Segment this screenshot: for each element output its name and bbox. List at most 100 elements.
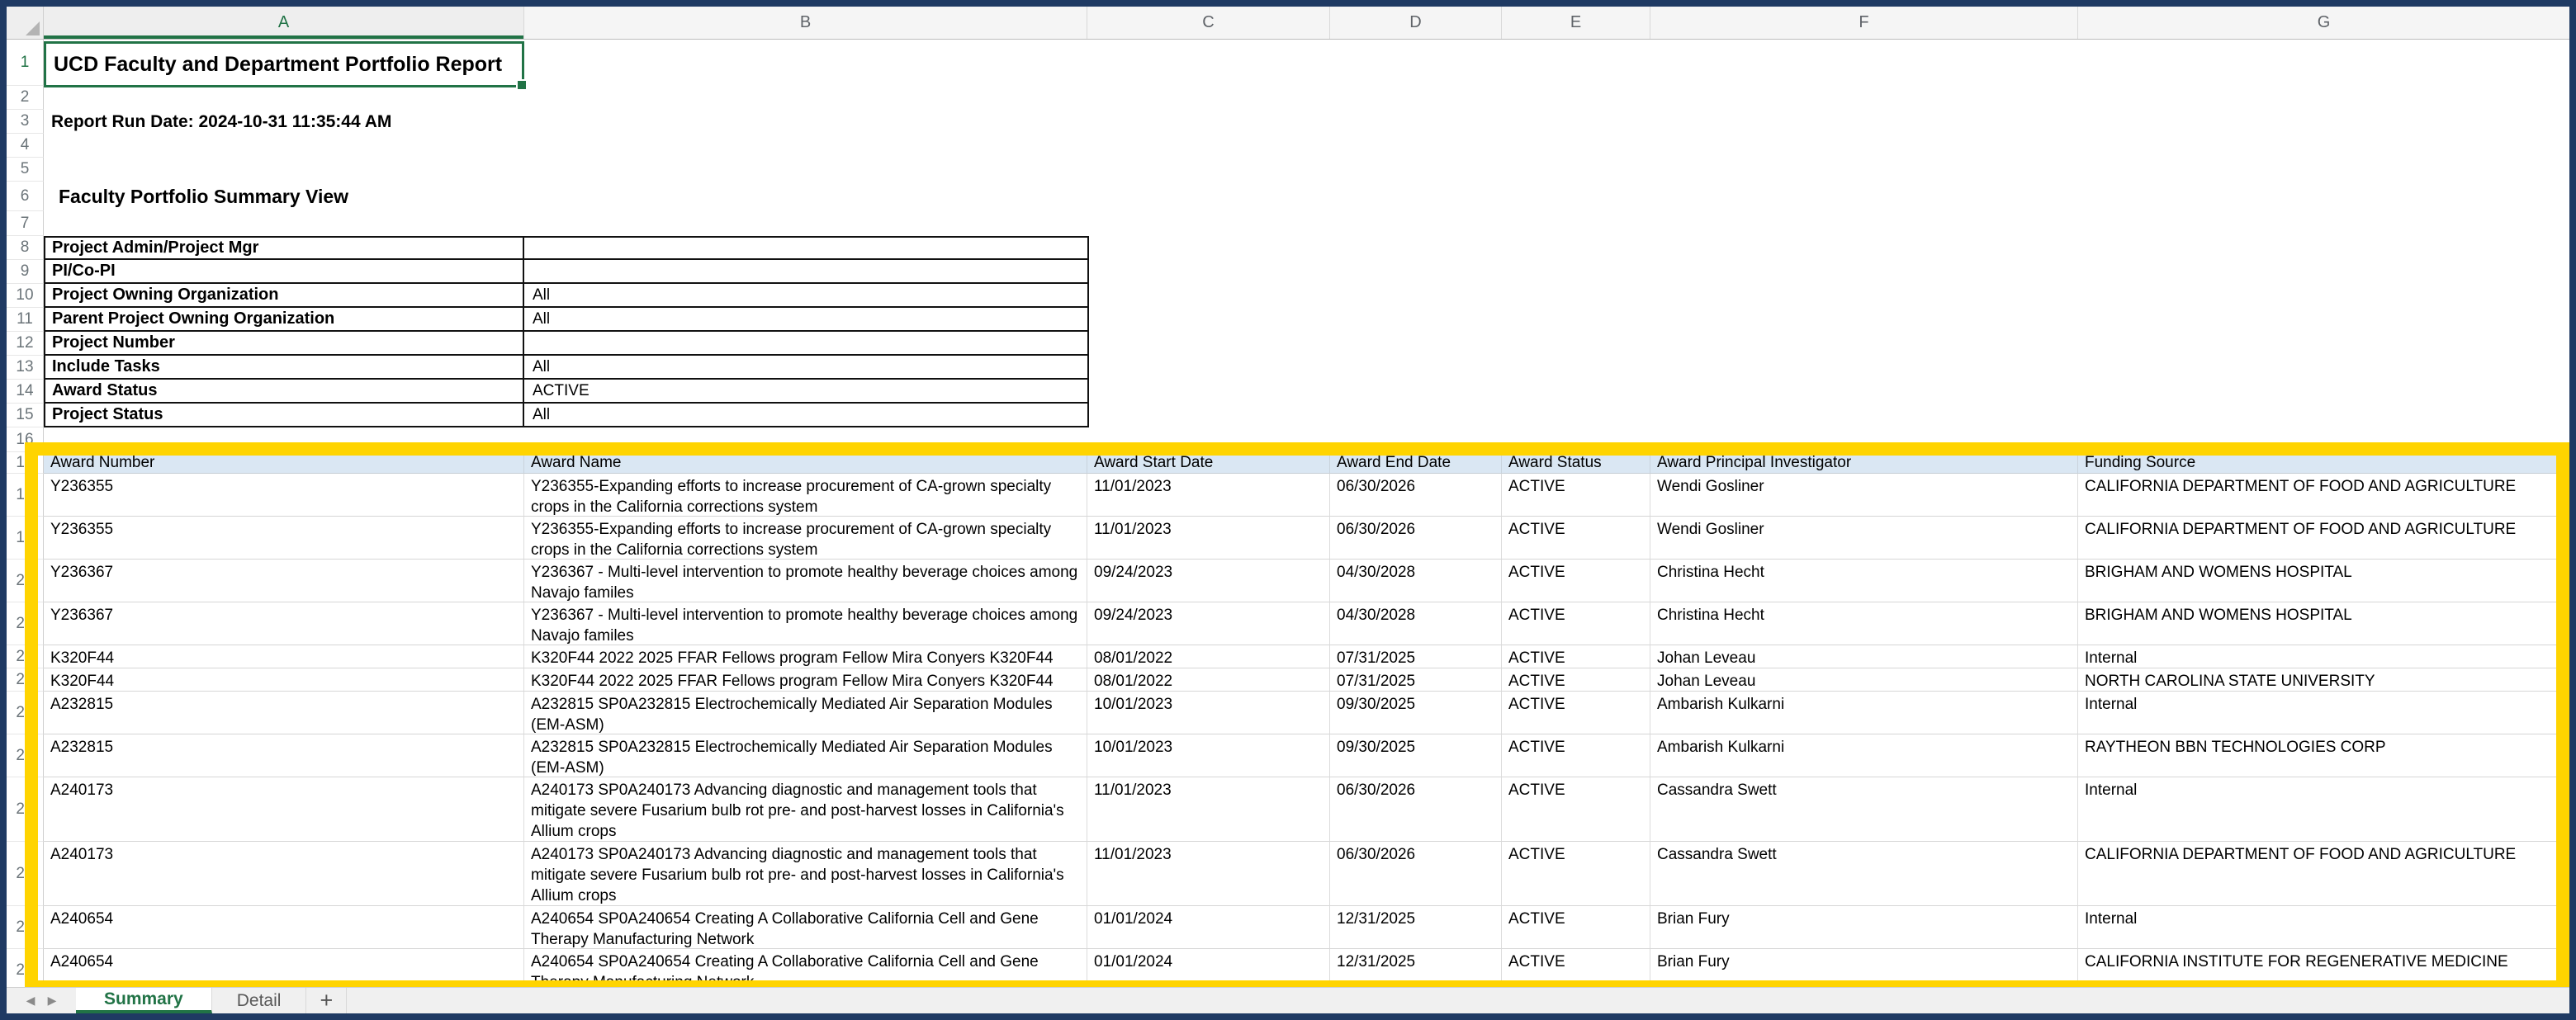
cell-award-name[interactable]: A240173 SP0A240173 Advancing diagnostic … [524, 777, 1087, 842]
filter-value[interactable]: ACTIVE [524, 380, 1089, 404]
cell-award-name[interactable]: K320F44 2022 2025 FFAR Fellows program F… [524, 668, 1087, 692]
cell-award-name[interactable]: A232815 SP0A232815 Electrochemically Med… [524, 734, 1087, 777]
row-number[interactable]: 15 [7, 404, 44, 427]
filter-label[interactable]: Project Number [44, 332, 524, 356]
awards-header-award-name[interactable]: Award Name [524, 452, 1087, 474]
cell-award-end-date[interactable]: 04/30/2028 [1330, 602, 1502, 645]
cell-award-end-date[interactable]: 06/30/2026 [1330, 777, 1502, 842]
cell-award-pi[interactable]: Wendi Gosliner [1650, 474, 2078, 517]
cell-award-start-date[interactable]: 01/01/2024 [1087, 906, 1330, 949]
cell-award-pi[interactable]: Johan Leveau [1650, 645, 2078, 668]
cell-award-start-date[interactable]: 09/24/2023 [1087, 560, 1330, 602]
cell-award-number[interactable]: K320F44 [44, 668, 524, 692]
add-sheet-button[interactable]: + [306, 988, 347, 1013]
row-number[interactable]: 24 [7, 692, 44, 734]
row-number[interactable]: 19 [7, 517, 44, 560]
cell-award-status[interactable]: ACTIVE [1502, 602, 1650, 645]
column-header-c[interactable]: C [1087, 7, 1330, 39]
awards-header-funding-source[interactable]: Funding Source [2078, 452, 2569, 474]
cell-award-number[interactable]: K320F44 [44, 645, 524, 668]
cell-award-pi[interactable]: Christina Hecht [1650, 560, 2078, 602]
filter-value[interactable] [524, 260, 1089, 284]
row-number[interactable]: 3 [7, 110, 44, 134]
row-number[interactable]: 11 [7, 308, 44, 332]
awards-header-pi[interactable]: Award Principal Investigator [1650, 452, 2078, 474]
cell-award-name[interactable]: Y236367 - Multi-level intervention to pr… [524, 602, 1087, 645]
row-number[interactable]: 29 [7, 949, 44, 987]
cell-award-number[interactable]: A240654 [44, 949, 524, 987]
row-number[interactable]: 1 [7, 40, 44, 86]
awards-header-start-date[interactable]: Award Start Date [1087, 452, 1330, 474]
filter-label[interactable]: Include Tasks [44, 356, 524, 380]
cell-award-pi[interactable]: Cassandra Swett [1650, 777, 2078, 842]
cell-award-status[interactable]: ACTIVE [1502, 645, 1650, 668]
cell-award-end-date[interactable]: 09/30/2025 [1330, 734, 1502, 777]
cell-award-funding-source[interactable]: Internal [2078, 777, 2569, 842]
row-number[interactable]: 2 [7, 86, 44, 110]
awards-header-end-date[interactable]: Award End Date [1330, 452, 1502, 474]
cell-award-funding-source[interactable]: CALIFORNIA INSTITUTE FOR REGENERATIVE ME… [2078, 949, 2569, 987]
row-number[interactable]: 9 [7, 260, 44, 284]
cell-award-start-date[interactable]: 08/01/2022 [1087, 668, 1330, 692]
row-number[interactable]: 17 [7, 452, 44, 474]
row-number[interactable]: 27 [7, 842, 44, 906]
cell-award-end-date[interactable]: 07/31/2025 [1330, 645, 1502, 668]
tab-summary[interactable]: Summary [76, 988, 212, 1013]
filter-value[interactable] [524, 332, 1089, 356]
awards-header-status[interactable]: Award Status [1502, 452, 1650, 474]
cell-award-pi[interactable]: Ambarish Kulkarni [1650, 734, 2078, 777]
row-number[interactable]: 22 [7, 645, 44, 668]
column-header-e[interactable]: E [1502, 7, 1650, 39]
row-number[interactable]: 26 [7, 777, 44, 842]
filter-label[interactable]: Project Admin/Project Mgr [44, 236, 524, 260]
cell-award-status[interactable]: ACTIVE [1502, 842, 1650, 906]
cell-award-start-date[interactable]: 11/01/2023 [1087, 842, 1330, 906]
row-number[interactable]: 12 [7, 332, 44, 356]
filter-label[interactable]: Parent Project Owning Organization [44, 308, 524, 332]
cell-award-end-date[interactable]: 12/31/2025 [1330, 949, 1502, 987]
row-number[interactable]: 7 [7, 211, 44, 236]
cell-award-pi[interactable]: Brian Fury [1650, 906, 2078, 949]
cell-award-number[interactable]: Y236367 [44, 602, 524, 645]
filter-value[interactable] [524, 236, 1089, 260]
select-all-corner[interactable] [7, 7, 44, 39]
cell-award-status[interactable]: ACTIVE [1502, 692, 1650, 734]
cell-award-number[interactable]: A232815 [44, 734, 524, 777]
cell-award-status[interactable]: ACTIVE [1502, 949, 1650, 987]
cell-award-funding-source[interactable]: CALIFORNIA DEPARTMENT OF FOOD AND AGRICU… [2078, 517, 2569, 560]
cell-award-name[interactable]: A240654 SP0A240654 Creating A Collaborat… [524, 906, 1087, 949]
filter-label[interactable]: Award Status [44, 380, 524, 404]
cell-award-number[interactable]: Y236367 [44, 560, 524, 602]
cell-award-status[interactable]: ACTIVE [1502, 734, 1650, 777]
cell-award-funding-source[interactable]: BRIGHAM AND WOMENS HOSPITAL [2078, 560, 2569, 602]
cell-award-name[interactable]: A240654 SP0A240654 Creating A Collaborat… [524, 949, 1087, 987]
row-number[interactable]: 10 [7, 284, 44, 308]
cell-award-start-date[interactable]: 11/01/2023 [1087, 777, 1330, 842]
cell-award-number[interactable]: A240173 [44, 777, 524, 842]
filter-label[interactable]: PI/Co-PI [44, 260, 524, 284]
cell-award-number[interactable]: A240654 [44, 906, 524, 949]
cell-award-start-date[interactable]: 11/01/2023 [1087, 517, 1330, 560]
cell-award-name[interactable]: K320F44 2022 2025 FFAR Fellows program F… [524, 645, 1087, 668]
filter-value[interactable]: All [524, 308, 1089, 332]
cell-award-funding-source[interactable]: NORTH CAROLINA STATE UNIVERSITY [2078, 668, 2569, 692]
filter-value[interactable]: All [524, 284, 1089, 308]
cell-award-status[interactable]: ACTIVE [1502, 777, 1650, 842]
column-header-a[interactable]: A [44, 7, 524, 39]
cell-a1-selected[interactable]: UCD Faculty and Department Portfolio Rep… [44, 41, 524, 87]
cell-award-status[interactable]: ACTIVE [1502, 474, 1650, 517]
cell-award-start-date[interactable]: 08/01/2022 [1087, 645, 1330, 668]
cell-award-end-date[interactable]: 06/30/2026 [1330, 842, 1502, 906]
cell-award-name[interactable]: A240173 SP0A240173 Advancing diagnostic … [524, 842, 1087, 906]
tab-detail[interactable]: Detail [212, 988, 307, 1013]
cell-award-funding-source[interactable]: Internal [2078, 692, 2569, 734]
cell-award-pi[interactable]: Johan Leveau [1650, 668, 2078, 692]
row-number[interactable]: 5 [7, 158, 44, 182]
awards-header-award-number[interactable]: Award Number [44, 452, 524, 474]
row-number[interactable]: 23 [7, 668, 44, 692]
cell-award-funding-source[interactable]: CALIFORNIA DEPARTMENT OF FOOD AND AGRICU… [2078, 842, 2569, 906]
cell-award-pi[interactable]: Cassandra Swett [1650, 842, 2078, 906]
cell-award-number[interactable]: Y236355 [44, 517, 524, 560]
row-number[interactable]: 6 [7, 182, 44, 211]
cell-award-name[interactable]: A232815 SP0A232815 Electrochemically Med… [524, 692, 1087, 734]
